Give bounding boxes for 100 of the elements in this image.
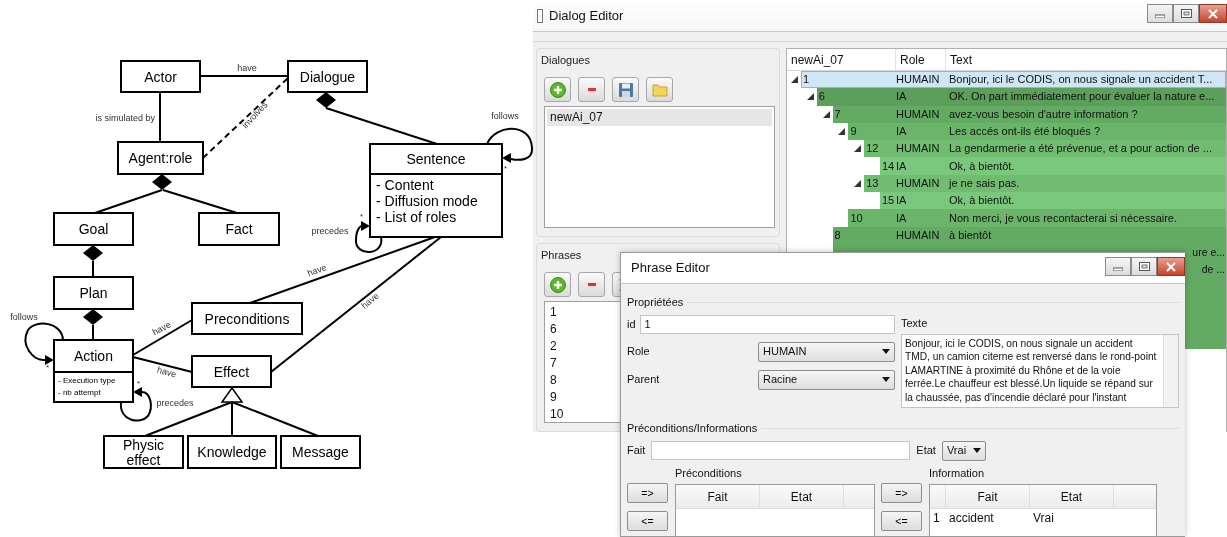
row-text: Bonjour, ici le CODIS, on nous signale un accident T... — [948, 72, 1214, 88]
close-button[interactable] — [1199, 4, 1227, 23]
row-role: HUMAIN — [896, 227, 941, 243]
uml-class: Preconditions — [191, 302, 303, 335]
row-role: IA — [896, 124, 908, 140]
tree-row[interactable]: 10 IA Non merci, je vous recontacterai si nécessaire. — [848, 209, 1226, 227]
window-title: Dialog Editor — [549, 6, 624, 25]
column-header[interactable]: Etat — [760, 485, 844, 508]
window-title: Phrase Editor — [631, 259, 710, 278]
row-id: 14 — [881, 158, 896, 174]
remove-button[interactable] — [578, 77, 605, 102]
column-header[interactable]: Text — [946, 49, 1226, 70]
row-text: Les accés ont-ils été bloqués ? — [948, 124, 1102, 140]
row-id: 6 — [817, 89, 826, 105]
list-item[interactable]: newAi_07 — [547, 109, 772, 126]
minimize-button[interactable] — [1105, 257, 1131, 276]
uml-class: Actor — [120, 60, 201, 93]
column-header[interactable]: Fait — [676, 485, 760, 508]
folder-icon — [651, 81, 668, 98]
expanded-arrow-icon[interactable] — [806, 93, 814, 101]
minus-icon — [587, 88, 596, 91]
caret-icon — [972, 448, 981, 453]
self-loop-arrow — [119, 387, 152, 422]
column-header[interactable]: newAi_07 — [787, 49, 896, 70]
row-role: IA — [896, 210, 908, 226]
remove-button[interactable] — [578, 272, 605, 297]
edge-label: is simulated by — [95, 113, 155, 123]
row-id: 10 — [849, 210, 864, 226]
expanded-arrow-icon[interactable] — [854, 179, 862, 187]
caret-icon — [882, 377, 890, 382]
row-id: 9 — [849, 124, 858, 140]
row-text: à bientôt — [948, 227, 993, 243]
minimize-button[interactable] — [1147, 4, 1173, 23]
tree-row[interactable]: 12 HUMAIN La gendarmerie a été prévenue, et a pour action de ... — [864, 140, 1226, 158]
field-label: Etat — [916, 443, 936, 459]
minus-icon — [587, 283, 596, 286]
add-button[interactable] — [544, 77, 571, 102]
row-id: 15 — [881, 193, 896, 209]
edge-label: have — [237, 63, 257, 73]
row-text: OK. On part immédiatement pour évaluer la nature e... — [948, 89, 1216, 105]
tree-row[interactable]: 1 HUMAIN Bonjour, ici le CODIS, on nous signale un accident T... — [801, 71, 1226, 89]
row-text: avez-vous besoin d'autre information ? — [948, 106, 1139, 122]
edge-label: have — [150, 319, 173, 338]
group-label: Dialogues — [541, 53, 590, 68]
row-role: HUMAIN — [896, 141, 941, 157]
row-id: 13 — [865, 175, 880, 191]
column-header[interactable]: Etat — [1030, 485, 1114, 508]
edge-label: precedes — [311, 226, 349, 236]
add-button[interactable] — [544, 272, 571, 297]
id-field[interactable]: 1 — [639, 314, 895, 334]
section-label: Propriétées — [627, 295, 684, 310]
dropdown[interactable]: Racine — [758, 369, 895, 390]
row-role: HUMAIN — [896, 175, 941, 191]
row-id: 12 — [865, 141, 880, 157]
row-number: 1 — [932, 510, 941, 527]
uml-class: Knowledge — [187, 435, 277, 469]
move-right-button[interactable]: => — [881, 482, 922, 503]
dropdown[interactable]: HUMAIN — [758, 341, 895, 362]
multiplicity-label: * — [360, 212, 364, 221]
tree-row[interactable]: 15 IA Ok, à bientôt. — [880, 192, 1226, 210]
expanded-arrow-icon[interactable] — [838, 127, 846, 135]
move-left-button[interactable]: <= — [627, 510, 668, 531]
uml-class: Dialogue — [287, 60, 368, 93]
uml-class: Message — [280, 435, 361, 469]
save-button[interactable] — [612, 77, 639, 102]
expanded-arrow-icon[interactable] — [791, 76, 798, 83]
close-button[interactable] — [1157, 257, 1185, 276]
fact-field[interactable] — [651, 441, 911, 460]
close-icon — [1166, 261, 1176, 272]
edge-label: follows — [10, 312, 38, 322]
self-loop-arrow — [486, 127, 533, 163]
move-left-button[interactable]: <= — [881, 510, 922, 531]
tree-row[interactable]: 6 IA OK. On part immédiatement pour évaluer la nature e... — [816, 88, 1226, 106]
uml-class: Fact — [198, 212, 280, 246]
tree-row[interactable]: 14 IA Ok, à bientôt. — [880, 157, 1226, 175]
move-right-button[interactable]: => — [627, 482, 668, 503]
scrollbar[interactable] — [1163, 335, 1178, 407]
plus-icon — [549, 276, 566, 293]
column-header[interactable]: Role — [896, 49, 946, 70]
edge-label: have — [359, 290, 381, 311]
row-text: La gendarmerie a été prévenue, et a pour action de ... — [948, 141, 1213, 157]
text-area[interactable]: Bonjour, ici le CODIS, on nous signale un accident TMD, un camion citerne est renversé dans le rond-point LAMARTINE à proximité du Rhône et de la voie ferrée.Le chauffeur est blessé.Un liquide se répand sur la chaussée, pas d'incendie déclaré pour l'instant — [901, 334, 1179, 408]
field-label: id — [627, 316, 636, 332]
row-role: IA — [896, 158, 908, 174]
maximize-button[interactable] — [1131, 257, 1157, 276]
expanded-arrow-icon[interactable] — [822, 110, 830, 118]
row-text: je ne sais pas. — [947, 175, 1021, 191]
row-role: HUMAIN — [896, 106, 941, 122]
maximize-icon — [1180, 9, 1192, 18]
dropdown[interactable]: Vrai — [941, 440, 986, 461]
association-line — [159, 91, 161, 143]
uml-class: Action - Execution type - nb attempt — [53, 339, 134, 403]
row-role: IA — [896, 89, 908, 105]
expanded-arrow-icon[interactable] — [854, 145, 862, 153]
maximize-button[interactable] — [1173, 4, 1199, 23]
column-header[interactable]: Fait — [946, 485, 1030, 508]
row-text: Ok, à bientôt. — [948, 158, 1016, 174]
table-cell-text: accident — [948, 510, 995, 527]
row-id: 7 — [833, 106, 842, 122]
row-role: IA — [896, 193, 908, 209]
